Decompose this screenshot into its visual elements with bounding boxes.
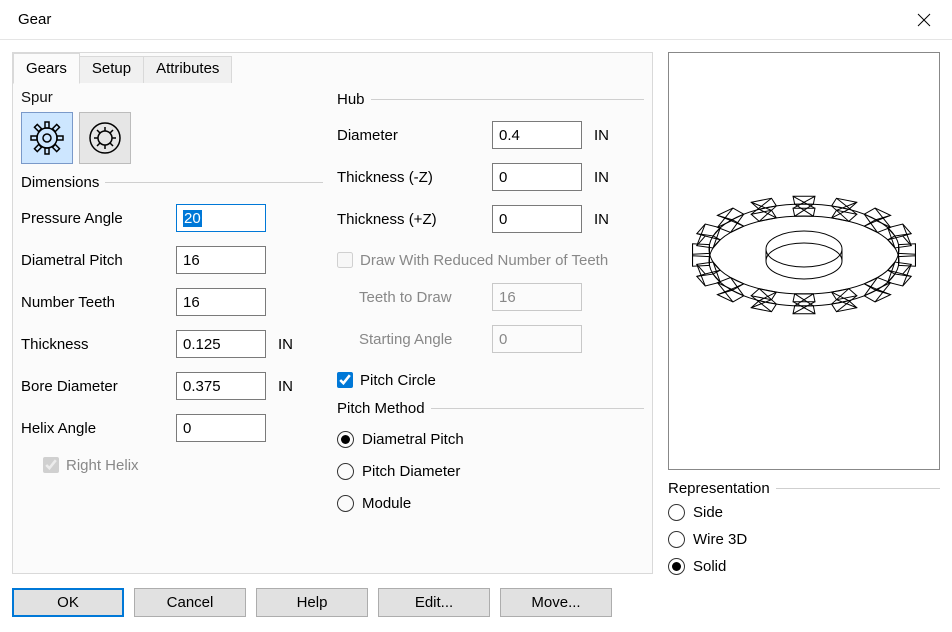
hub-label: Hub bbox=[337, 91, 371, 108]
thickness-pos-unit: IN bbox=[594, 211, 609, 228]
diametral-pitch-input[interactable] bbox=[176, 246, 266, 274]
pitch-method-label: Pitch Method bbox=[337, 400, 431, 417]
diametral-pitch-label: Diametral Pitch bbox=[21, 252, 176, 269]
starting-angle-label: Starting Angle bbox=[337, 331, 492, 348]
representation-label: Representation bbox=[668, 480, 776, 497]
thickness-neg-label: Thickness (-Z) bbox=[337, 169, 492, 186]
dimensions-label: Dimensions bbox=[21, 174, 105, 191]
close-button[interactable] bbox=[914, 10, 934, 30]
thickness-neg-unit: IN bbox=[594, 169, 609, 186]
titlebar: Gear bbox=[0, 0, 952, 40]
right-helix-checkbox bbox=[43, 457, 59, 473]
preview-pane bbox=[668, 52, 940, 470]
starting-angle-input bbox=[492, 325, 582, 353]
draw-reduced-label: Draw With Reduced Number of Teeth bbox=[360, 252, 608, 269]
internal-gear-icon[interactable] bbox=[79, 112, 131, 164]
tab-attributes[interactable]: Attributes bbox=[143, 56, 232, 83]
spur-gear-icon[interactable] bbox=[21, 112, 73, 164]
thickness-neg-input[interactable] bbox=[492, 163, 582, 191]
tab-setup[interactable]: Setup bbox=[79, 56, 144, 83]
radio-wire3d[interactable]: Wire 3D bbox=[668, 526, 940, 553]
right-helix-label: Right Helix bbox=[66, 457, 139, 474]
bore-diameter-input[interactable] bbox=[176, 372, 266, 400]
gear-icon bbox=[29, 120, 65, 156]
ok-button[interactable]: OK bbox=[12, 588, 124, 617]
teeth-to-draw-label: Teeth to Draw bbox=[337, 289, 492, 306]
bore-diameter-label: Bore Diameter bbox=[21, 378, 176, 395]
radio-diametral-pitch[interactable]: Diametral Pitch bbox=[337, 423, 644, 455]
pitch-circle-checkbox[interactable] bbox=[337, 372, 353, 388]
hub-diameter-unit: IN bbox=[594, 127, 609, 144]
radio-side[interactable]: Side bbox=[668, 499, 940, 526]
move-button[interactable]: Move... bbox=[500, 588, 612, 617]
gear-preview-icon bbox=[684, 161, 924, 361]
hub-diameter-input[interactable] bbox=[492, 121, 582, 149]
tab-gears[interactable]: Gears bbox=[13, 53, 80, 84]
hub-diameter-label: Diameter bbox=[337, 127, 492, 144]
thickness-label: Thickness bbox=[21, 336, 176, 353]
cancel-button[interactable]: Cancel bbox=[134, 588, 246, 617]
help-button[interactable]: Help bbox=[256, 588, 368, 617]
gear-icon bbox=[87, 120, 123, 156]
thickness-unit: IN bbox=[278, 336, 293, 353]
radio-pitch-diameter[interactable]: Pitch Diameter bbox=[337, 455, 644, 487]
pressure-angle-input[interactable]: 20 bbox=[176, 204, 266, 232]
bore-diameter-unit: IN bbox=[278, 378, 293, 395]
pitch-circle-label: Pitch Circle bbox=[360, 372, 436, 389]
teeth-to-draw-input bbox=[492, 283, 582, 311]
helix-angle-input[interactable] bbox=[176, 414, 266, 442]
close-icon bbox=[917, 13, 931, 27]
thickness-input[interactable] bbox=[176, 330, 266, 358]
spur-label: Spur bbox=[21, 89, 323, 106]
pressure-angle-label: Pressure Angle bbox=[21, 210, 176, 227]
edit-button[interactable]: Edit... bbox=[378, 588, 490, 617]
thickness-pos-label: Thickness (+Z) bbox=[337, 211, 492, 228]
main-panel: Gears Setup Attributes Spur bbox=[12, 52, 653, 574]
thickness-pos-input[interactable] bbox=[492, 205, 582, 233]
radio-module[interactable]: Module bbox=[337, 487, 644, 519]
window-title: Gear bbox=[18, 11, 51, 28]
number-teeth-label: Number Teeth bbox=[21, 294, 176, 311]
number-teeth-input[interactable] bbox=[176, 288, 266, 316]
radio-solid[interactable]: Solid bbox=[668, 553, 940, 580]
draw-reduced-checkbox bbox=[337, 252, 353, 268]
helix-angle-label: Helix Angle bbox=[21, 420, 176, 437]
